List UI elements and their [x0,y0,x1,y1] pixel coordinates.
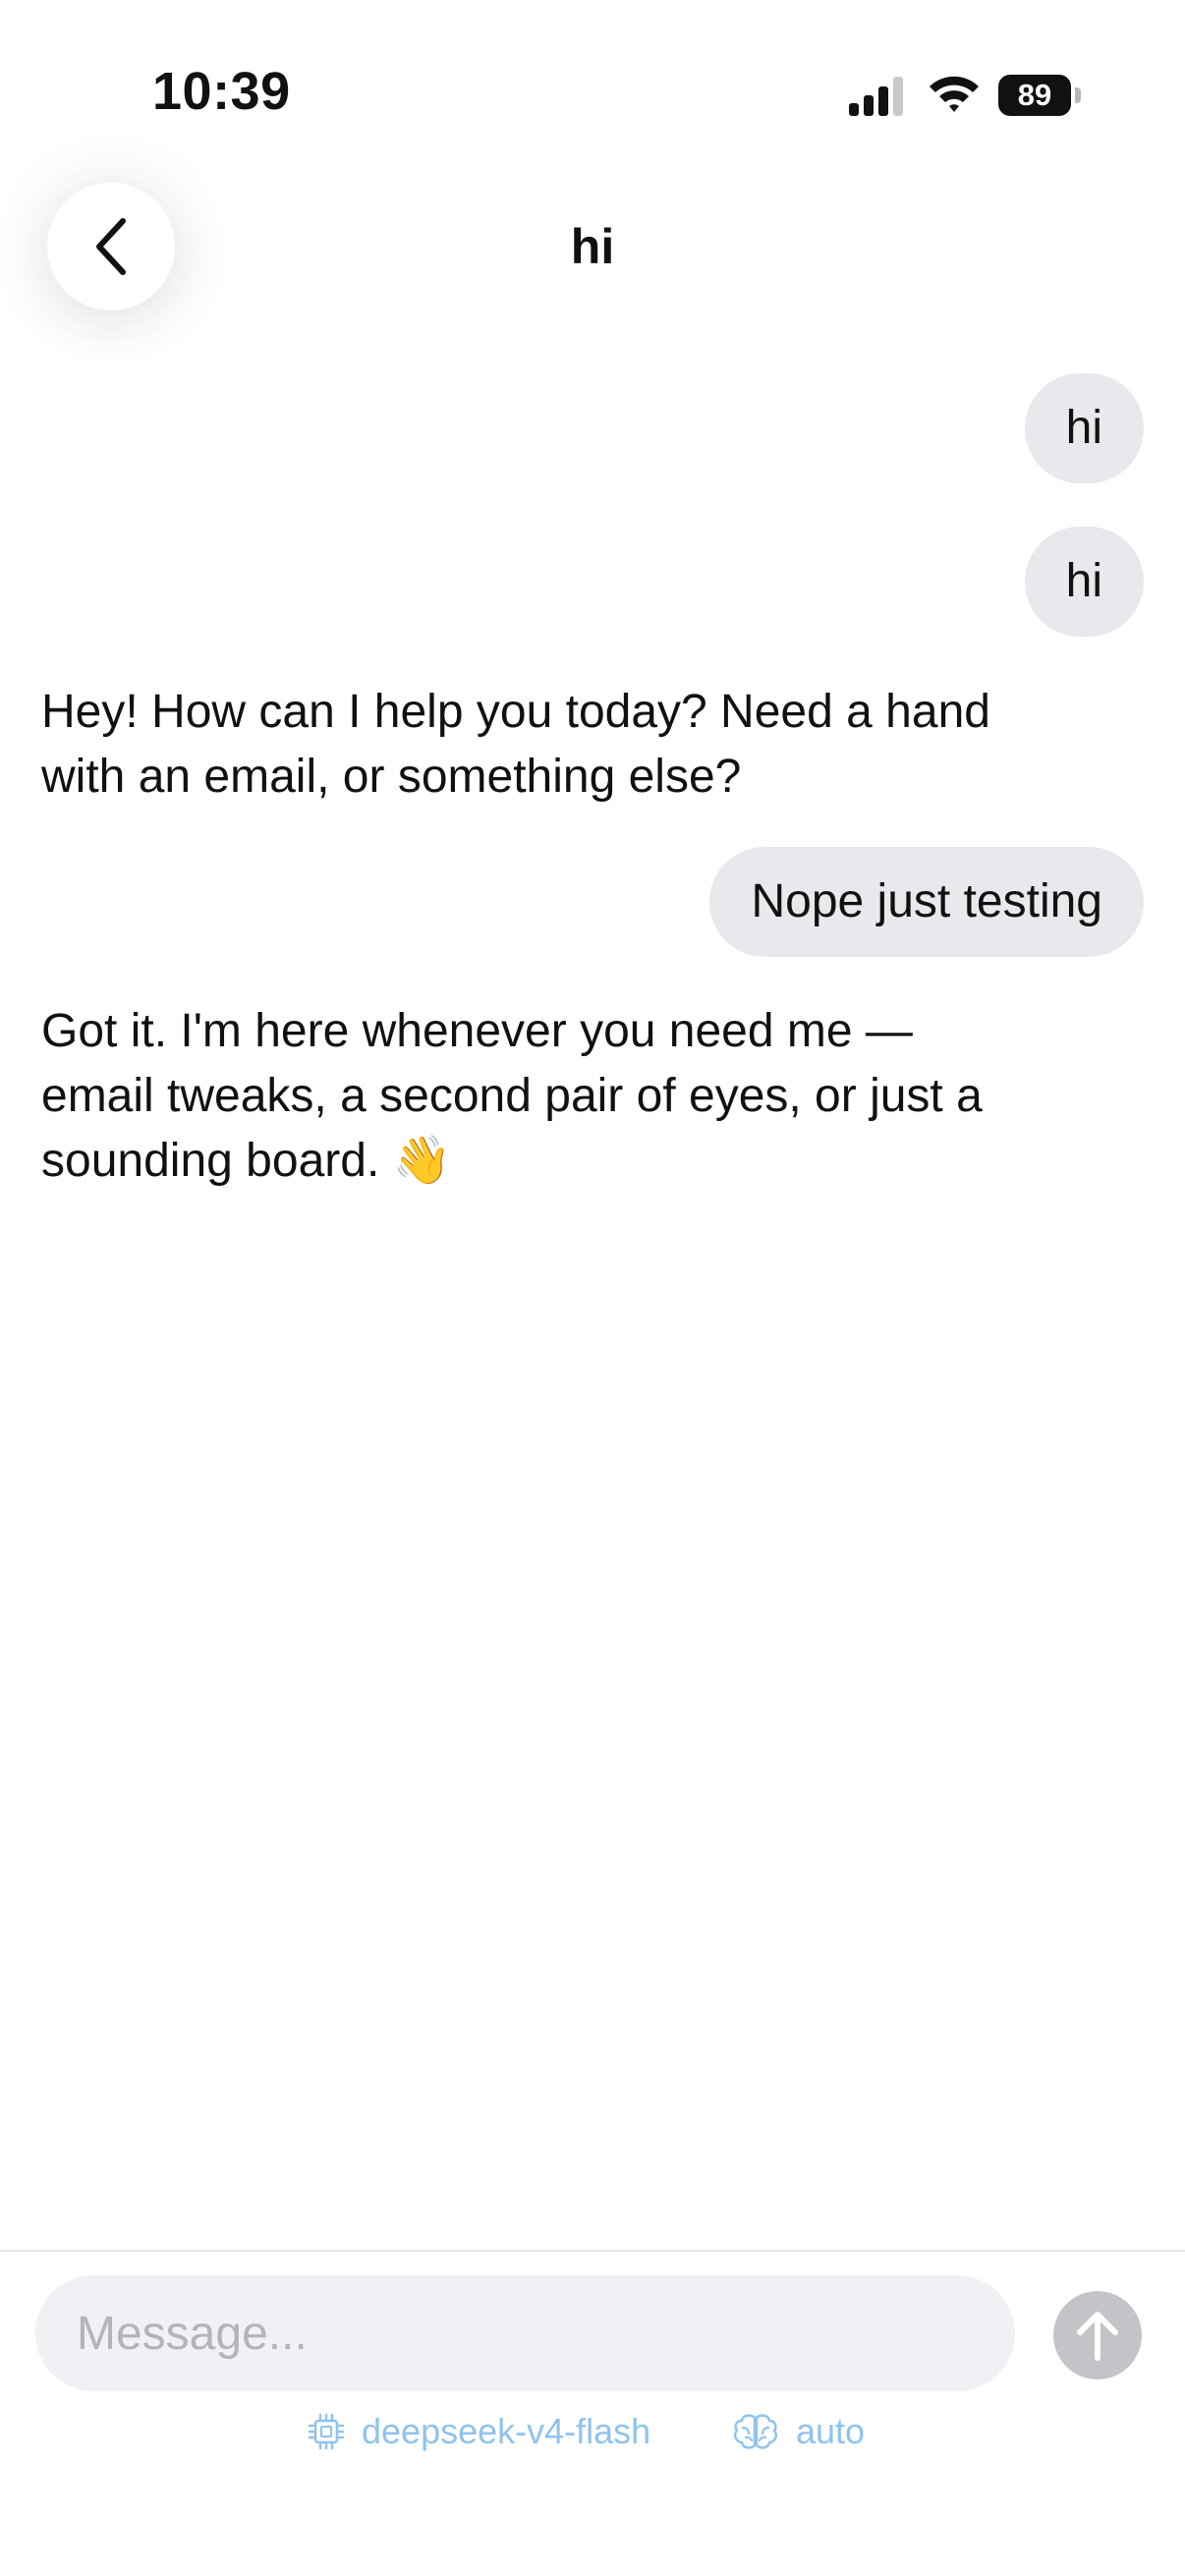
user-message[interactable]: hi [1024,527,1144,637]
signal-icon [849,77,903,116]
battery-icon: 89 [998,75,1081,116]
model-selector[interactable]: deepseek-v4-flash [307,2407,650,2456]
status-time: 10:39 [152,62,291,121]
mode-label: auto [796,2411,866,2451]
model-label: deepseek-v4-flash [362,2411,651,2451]
message-input[interactable] [35,2275,1015,2391]
assistant-message[interactable]: Got it. I'm here whenever you need me — … [41,999,1014,1194]
reasoning-mode-selector[interactable]: auto [731,2407,865,2456]
assistant-message[interactable]: Hey! How can I help you today? Need a ha… [41,680,1014,810]
composer-divider [0,2250,1185,2252]
chat-title: hi [570,219,615,274]
brain-icon [733,2414,778,2449]
send-button[interactable] [1053,2291,1142,2380]
chip-icon [308,2413,345,2450]
user-message[interactable]: Nope just testing [709,847,1144,957]
composer-options: deepseek-v4-flash auto [0,2407,1185,2456]
battery-cap [1075,87,1081,103]
user-message[interactable]: hi [1024,373,1144,483]
wifi-icon [930,76,979,112]
battery-level: 89 [998,75,1071,116]
status-bar: 10:39 89 [0,0,1185,196]
arrow-up-icon [1077,2312,1118,2361]
